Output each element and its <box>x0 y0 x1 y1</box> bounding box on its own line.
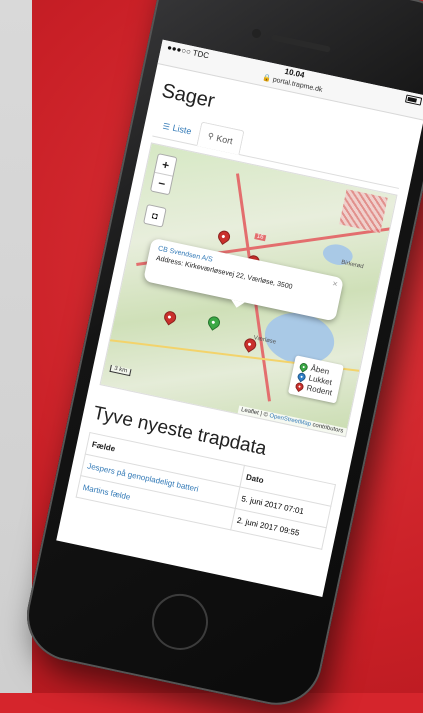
lock-icon: 🔒 <box>261 74 272 83</box>
red-marker-icon <box>294 380 306 392</box>
tab-kort[interactable]: ⚲ Kort <box>196 121 245 155</box>
earpiece-speaker <box>270 34 331 53</box>
locate-button[interactable]: ◘ <box>143 203 167 228</box>
attribution-suffix: contributors <box>310 421 344 435</box>
map-marker[interactable] <box>161 308 179 326</box>
place-label: Birkerød <box>340 259 365 271</box>
map-view[interactable]: 16 Birkerød Værløse + − ◘ CB Svendsen A/… <box>99 142 398 438</box>
restricted-area <box>339 189 388 234</box>
trap-link[interactable]: Martins fælde <box>82 483 131 502</box>
list-icon: ☰ <box>161 121 171 132</box>
map-attribution: Leaflet | © OpenStreetMap contributors <box>237 405 347 437</box>
tab-liste[interactable]: ☰ Liste <box>153 112 202 145</box>
openstreetmap-link[interactable]: OpenStreetMap <box>269 413 312 428</box>
map-marker[interactable] <box>215 228 233 245</box>
attribution-prefix: Leaflet | © <box>240 407 271 419</box>
home-button[interactable] <box>146 588 214 656</box>
background-left <box>0 0 32 693</box>
map-legend: Åben Lukket Rodent <box>288 355 344 404</box>
tab-liste-label: Liste <box>171 122 193 137</box>
map-scale: 3 km <box>109 364 132 377</box>
front-camera <box>251 28 262 39</box>
tab-kort-label: Kort <box>215 132 234 146</box>
zoom-out-button[interactable]: − <box>151 173 172 194</box>
map-marker[interactable] <box>205 314 223 331</box>
zoom-control: + − <box>149 153 178 196</box>
close-icon[interactable]: × <box>331 278 338 289</box>
map-marker-icon: ⚲ <box>206 131 215 142</box>
road-number-label: 16 <box>254 233 266 242</box>
